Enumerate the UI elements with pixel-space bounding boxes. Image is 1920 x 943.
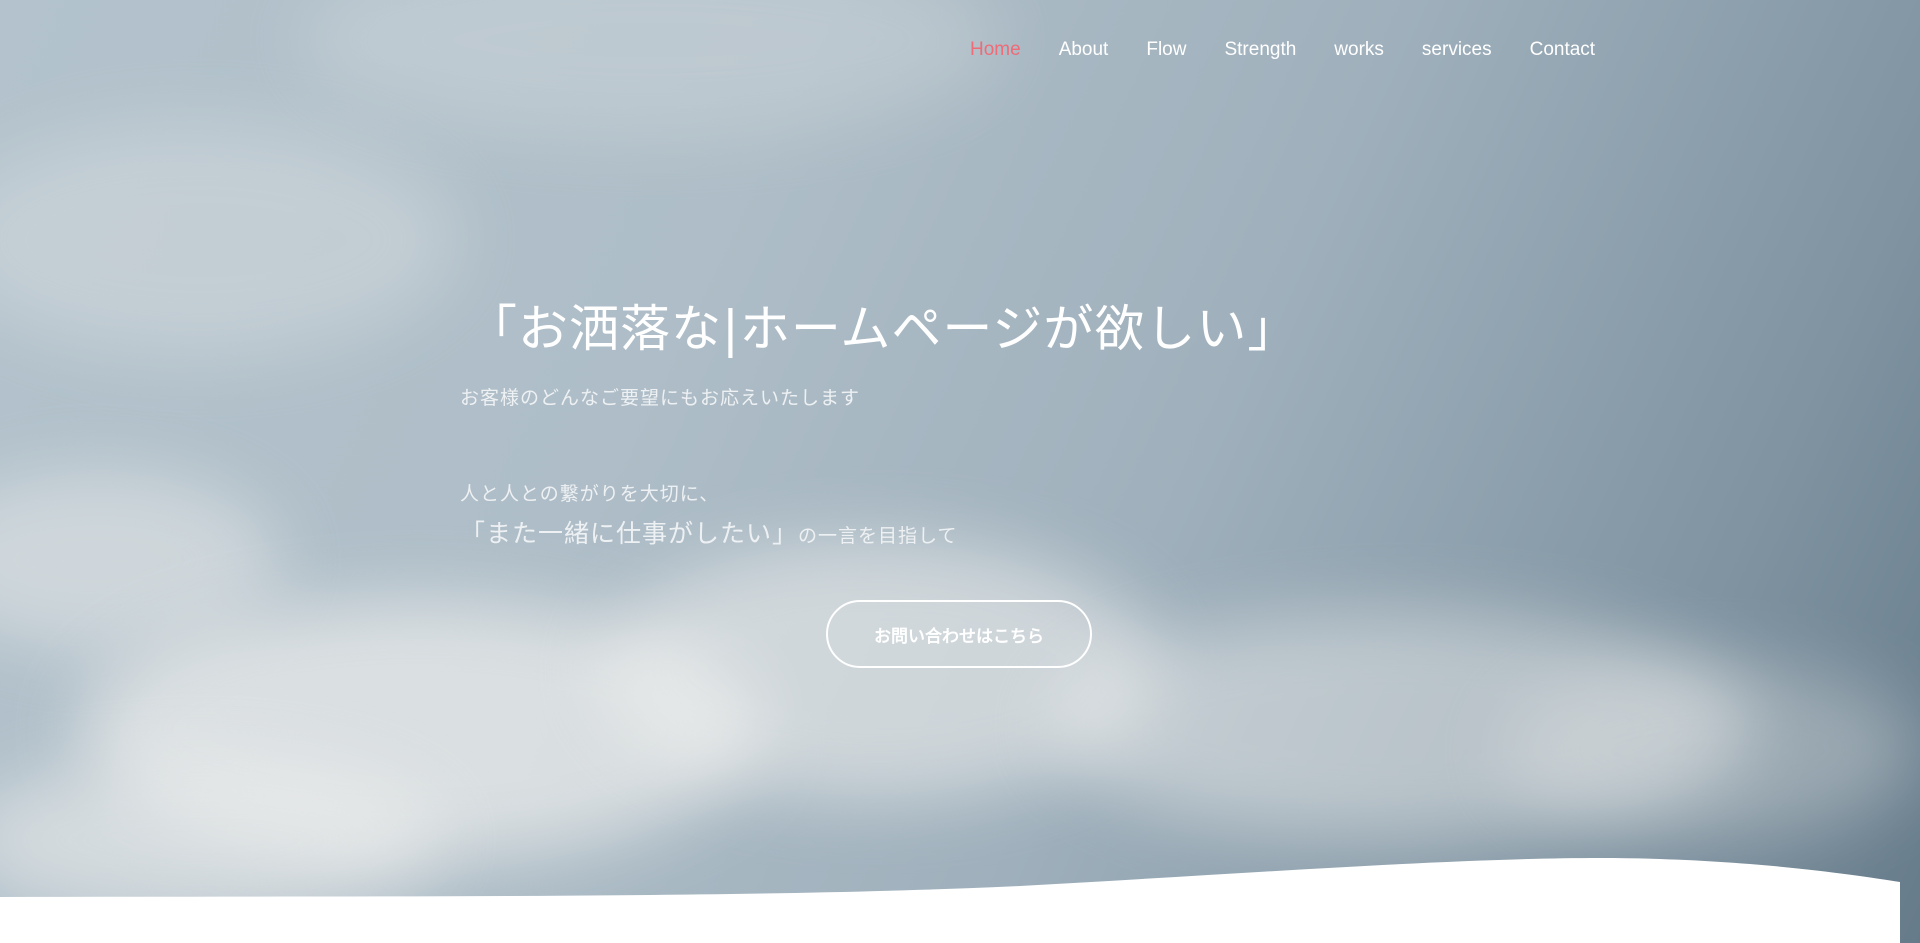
hero-headline: 「お洒落な|ホームページが欲しい」 — [467, 300, 1299, 358]
nav-item-strength[interactable]: Strength — [1224, 38, 1296, 62]
main-nav: Home About Flow Strength works services … — [970, 38, 1633, 62]
hero-subheadline: お客様のどんなご要望にもお応えいたします — [460, 387, 861, 409]
background-cloud — [300, 0, 1000, 140]
nav-item-home[interactable]: Home — [970, 38, 1021, 62]
hero-tagline-emphasis: 「また一緒に仕事がしたい」 — [460, 519, 799, 548]
hero-bottom-wave — [0, 858, 1900, 943]
nav-item-services[interactable]: services — [1422, 38, 1492, 62]
nav-item-contact[interactable]: Contact — [1530, 38, 1595, 62]
nav-item-flow[interactable]: Flow — [1146, 38, 1186, 62]
hero-tagline-line2: 「また一緒に仕事がしたい」の一言を目指して — [460, 518, 957, 550]
contact-cta-button[interactable]: お問い合わせはこちら — [826, 600, 1092, 668]
nav-item-works[interactable]: works — [1334, 38, 1384, 62]
hero-tagline-line1: 人と人との繋がりを大切に、 — [460, 483, 720, 505]
hero-section: Home About Flow Strength works services … — [0, 0, 1920, 943]
hero-tagline-rest: の一言を目指して — [798, 525, 958, 547]
background-cloud — [1500, 660, 1920, 840]
background-cloud — [0, 120, 460, 360]
nav-item-about[interactable]: About — [1059, 38, 1109, 62]
